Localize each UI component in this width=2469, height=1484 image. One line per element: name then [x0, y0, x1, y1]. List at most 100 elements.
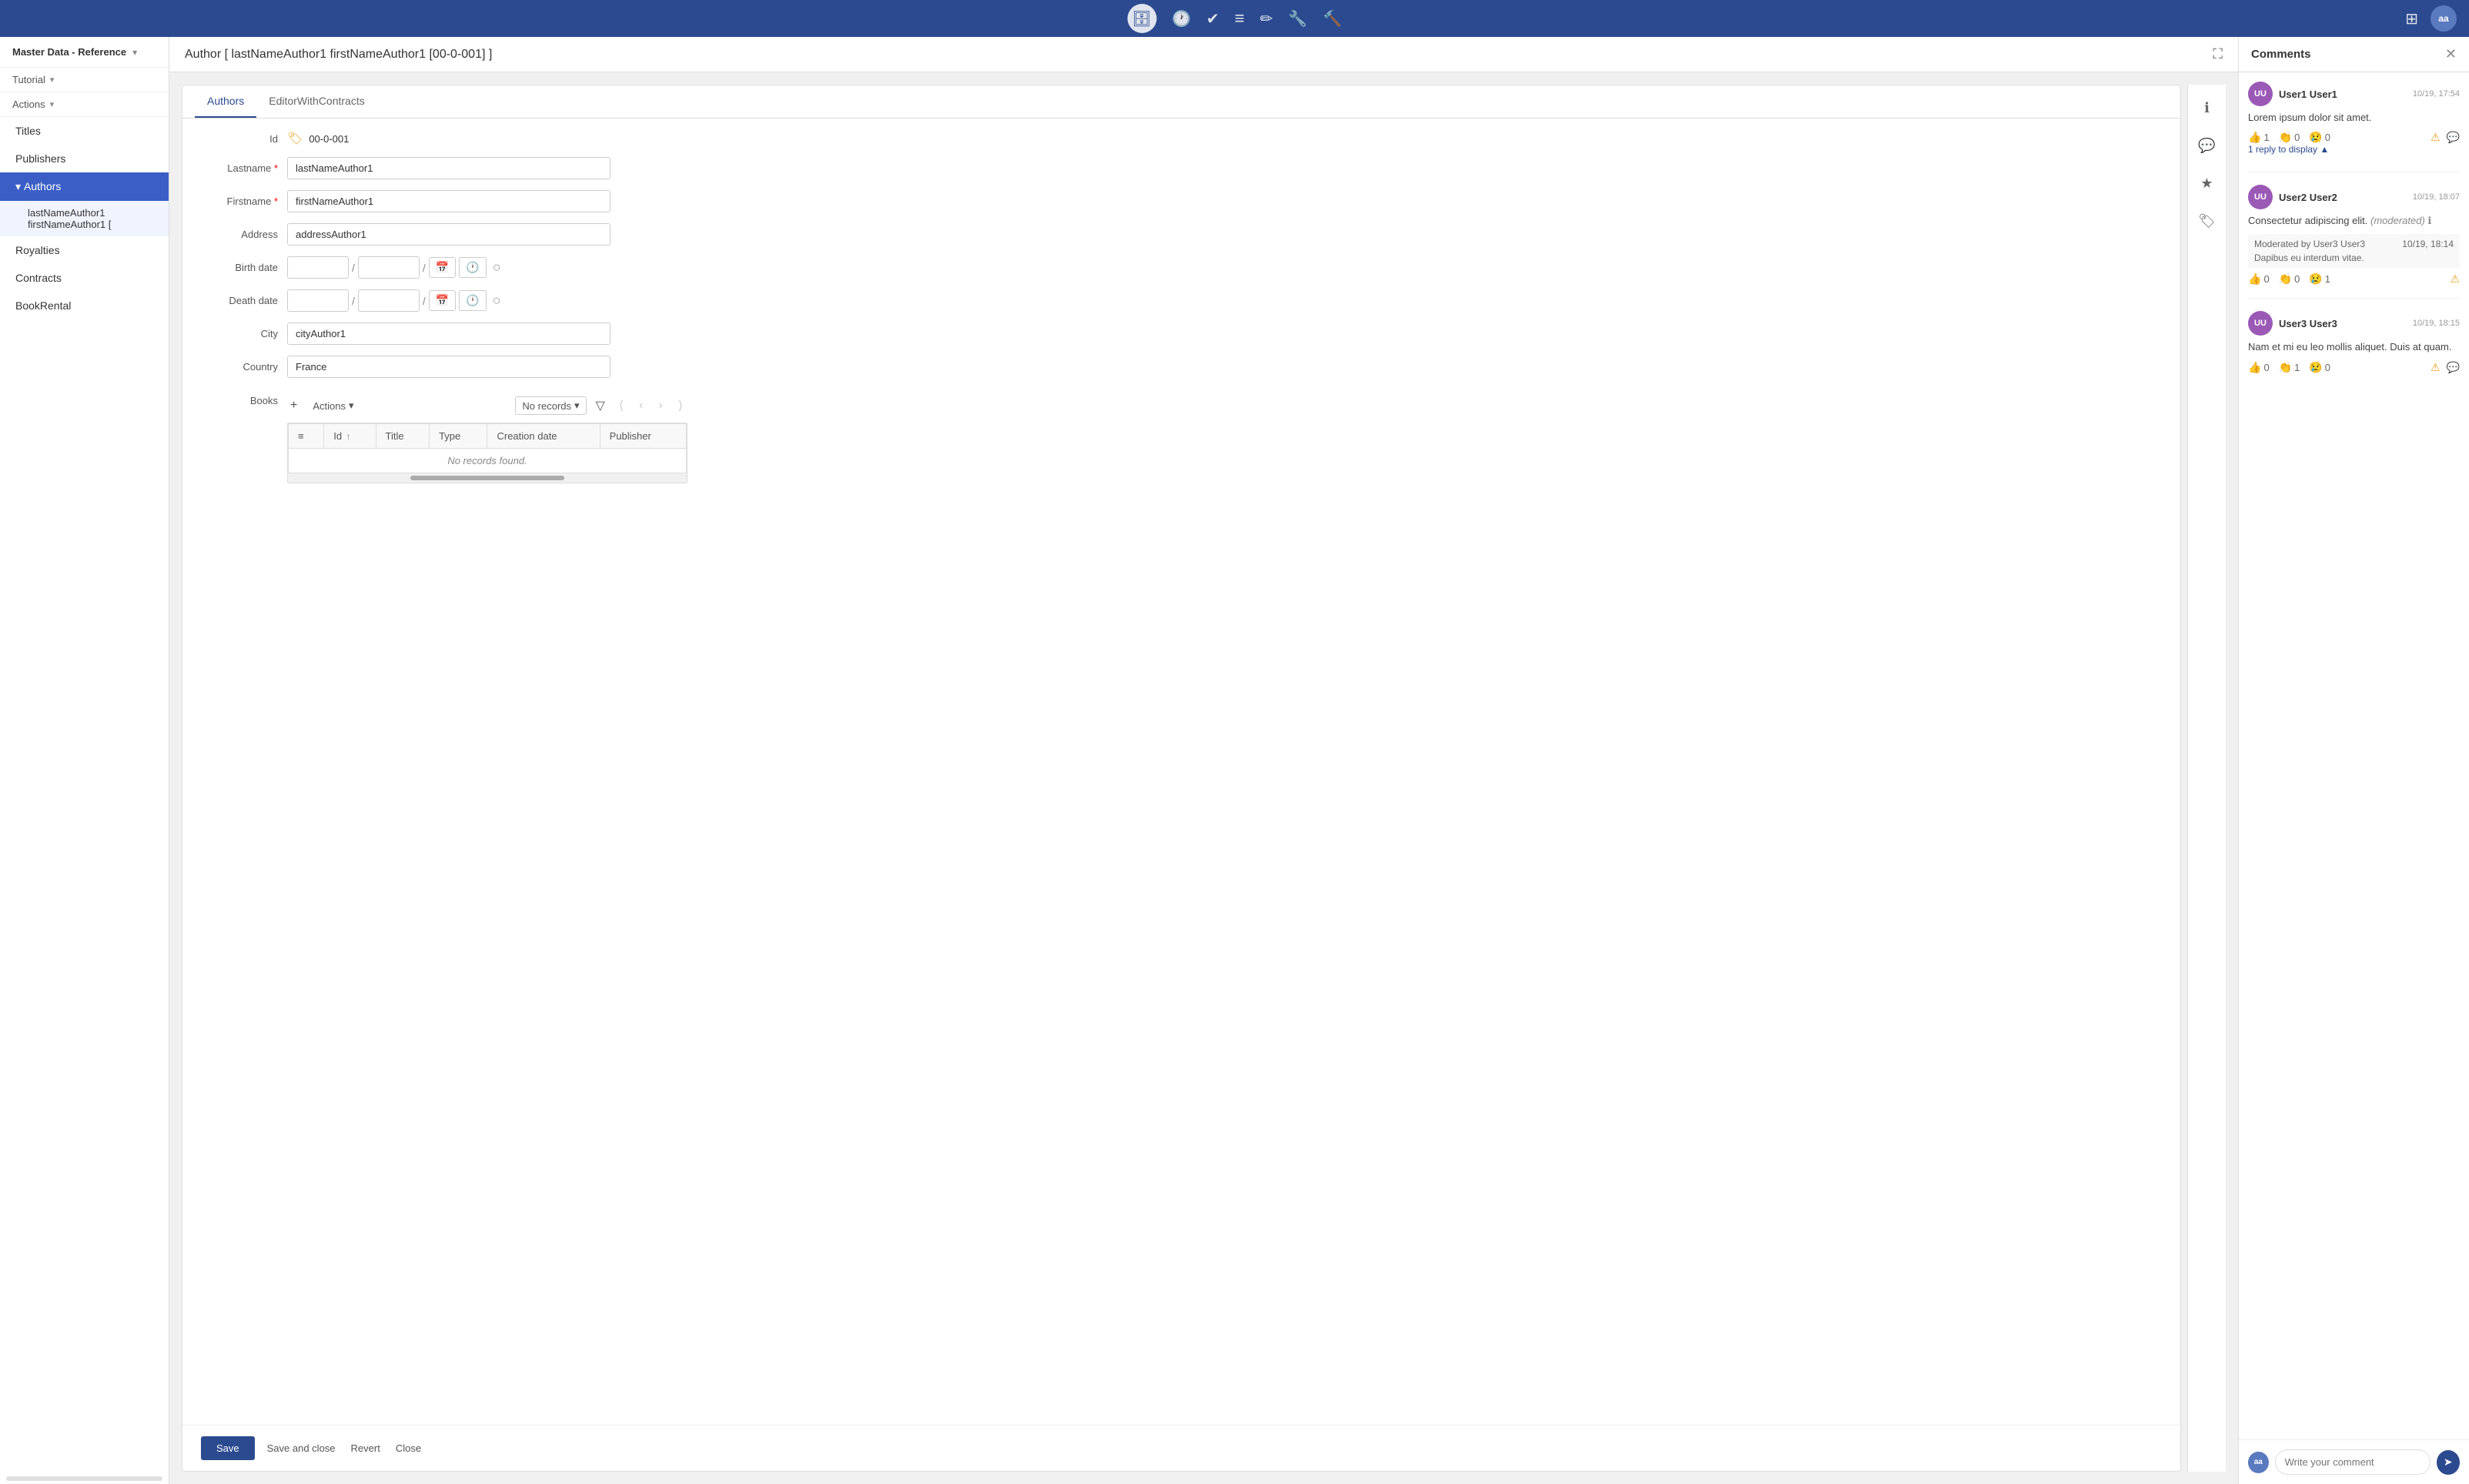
comment3-time: 10/19, 18:15	[2413, 319, 2460, 328]
tool-icon[interactable]: 🔧	[1288, 9, 1307, 28]
books-nav-next[interactable]: ›	[654, 396, 667, 415]
deathdate-day[interactable]	[287, 289, 349, 312]
books-nav-last[interactable]: ⟩	[674, 396, 688, 416]
revert-button[interactable]: Revert	[348, 1436, 383, 1460]
comment-send-button[interactable]: ➤	[2437, 1450, 2460, 1475]
scrollbar-thumb	[410, 476, 564, 480]
col-id[interactable]: Id ↑	[324, 424, 376, 449]
books-filter-btn[interactable]: ▽	[593, 395, 608, 416]
reaction-like-2[interactable]: 👍 0	[2248, 272, 2270, 286]
tab-authors[interactable]: Authors	[195, 85, 256, 118]
right-icons-panel: ℹ 💬 ★ 🏷	[2187, 85, 2226, 1472]
books-records-label: No records	[522, 400, 571, 412]
tutorial-section[interactable]: Tutorial ▾	[0, 68, 169, 92]
comment-icon-btn[interactable]: 💬	[2195, 135, 2218, 157]
lastname-input[interactable]	[287, 157, 611, 179]
moderation-by: Moderated by User3 User3	[2254, 239, 2365, 249]
reaction-sad-1[interactable]: 😢 0	[2309, 131, 2330, 144]
col-drag: ≡	[289, 424, 324, 449]
reaction-clap-3[interactable]: 👏 1	[2279, 361, 2300, 374]
alert-icon-2[interactable]: ⚠	[2450, 272, 2460, 285]
save-button[interactable]: Save	[201, 1436, 255, 1460]
city-input[interactable]	[287, 323, 611, 345]
edit-icon[interactable]: ✏	[1260, 9, 1273, 28]
info-icon-btn[interactable]: ℹ	[2201, 97, 2213, 119]
comment1-text: Lorem ipsum dolor sit amet.	[2248, 111, 2460, 125]
wrench-icon[interactable]: 🔨	[1323, 9, 1342, 28]
sidebar-item-contracts[interactable]: Contracts	[0, 264, 169, 292]
alert-icon-3[interactable]: ⚠	[2431, 361, 2441, 374]
firstname-input[interactable]	[287, 190, 611, 212]
grid-icon[interactable]: ⊞	[2405, 9, 2418, 28]
deathdate-calendar-icon[interactable]: 📅	[429, 290, 456, 311]
birthdate-clear-btn[interactable]: ○	[490, 259, 504, 276]
tab-editor-with-contracts[interactable]: EditorWithContracts	[256, 85, 376, 118]
main-layout: Master Data - Reference ▾ Tutorial ▾ Act…	[0, 37, 2469, 1484]
sidebar: Master Data - Reference ▾ Tutorial ▾ Act…	[0, 37, 169, 1484]
sad-icon-3: 😢	[2309, 361, 2322, 374]
layers-icon[interactable]: ≡	[1235, 8, 1245, 28]
page-title: Author [ lastNameAuthor1 firstNameAuthor…	[185, 48, 492, 62]
birthdate-month[interactable]	[358, 256, 420, 279]
country-input[interactable]	[287, 356, 611, 378]
reaction-like-1[interactable]: 👍 1	[2248, 131, 2270, 144]
books-nav-prev[interactable]: ‹	[634, 396, 647, 415]
reply-icon-1[interactable]: 💬	[2447, 131, 2460, 144]
sad-icon-2: 😢	[2309, 272, 2322, 286]
field-city-row: City	[201, 323, 2162, 345]
books-nav-first[interactable]: ⟨	[614, 396, 628, 416]
books-add-btn[interactable]: +	[287, 396, 300, 416]
sidebar-item-bookrental[interactable]: BookRental	[0, 292, 169, 319]
books-records-badge[interactable]: No records ▾	[515, 396, 586, 415]
field-lastname-row: Lastname	[201, 157, 2162, 179]
sidebar-subitem-author1[interactable]: lastNameAuthor1 firstNameAuthor1 [	[0, 201, 169, 236]
address-input[interactable]	[287, 223, 611, 246]
birthdate-day[interactable]	[287, 256, 349, 279]
sidebar-scrollbar[interactable]	[6, 1476, 162, 1481]
col-title: Title	[376, 424, 430, 449]
fullscreen-button[interactable]: ⛶	[2213, 46, 2223, 62]
reaction-sad-3[interactable]: 😢 0	[2309, 361, 2330, 374]
books-actions-btn[interactable]: Actions ▾	[306, 396, 360, 415]
birthdate-calendar-icon[interactable]: 📅	[429, 257, 456, 278]
star-icon-btn[interactable]: ★	[2197, 172, 2216, 195]
sidebar-item-publishers[interactable]: Publishers	[0, 145, 169, 172]
deathdate-clear-btn[interactable]: ○	[490, 292, 504, 309]
save-close-button[interactable]: Save and close	[264, 1436, 339, 1460]
sidebar-item-authors[interactable]: ▾Authors	[0, 172, 169, 201]
books-section: + Actions ▾ No records ▾ ▽ ⟨	[287, 392, 688, 483]
reaction-like-3[interactable]: 👍 0	[2248, 361, 2270, 374]
birthdate-time-icon[interactable]: 🕐	[459, 257, 486, 278]
reaction-clap-2[interactable]: 👏 0	[2279, 272, 2300, 286]
comment-input-field[interactable]	[2275, 1449, 2431, 1475]
sidebar-item-royalties[interactable]: Royalties	[0, 236, 169, 264]
field-country-row: Country	[201, 356, 2162, 378]
actions-section[interactable]: Actions ▾	[0, 92, 169, 117]
comments-close-btn[interactable]: ✕	[2445, 46, 2457, 62]
tag-icon-btn[interactable]: 🏷	[2195, 210, 2219, 232]
sidebar-dropdown-icon[interactable]: ▾	[132, 47, 137, 58]
books-actions-arrow: ▾	[349, 399, 354, 412]
reply-icon-3[interactable]: 💬	[2447, 361, 2460, 374]
books-records-arrow: ▾	[574, 399, 580, 412]
table-scrollbar[interactable]	[288, 473, 687, 483]
comment1-reply-count[interactable]: 1 reply to display ▲	[2248, 144, 2460, 155]
birthdate-fields: / / 📅 🕐 ○	[287, 256, 504, 279]
database-icon[interactable]: 🗄	[1127, 4, 1156, 33]
user-avatar[interactable]: aa	[2431, 5, 2457, 32]
tutorial-arrow: ▾	[50, 75, 55, 85]
reaction-clap-1[interactable]: 👏 0	[2279, 131, 2300, 144]
comment2-info-icon[interactable]: ℹ	[2427, 215, 2431, 226]
close-button[interactable]: Close	[393, 1436, 424, 1460]
like-icon-3: 👍	[2248, 361, 2261, 374]
sidebar-item-titles[interactable]: Titles	[0, 117, 169, 145]
tasks-icon[interactable]: ✔	[1206, 9, 1219, 28]
clap-icon: 👏	[2279, 131, 2292, 144]
clock-icon[interactable]: 🕐	[1172, 9, 1191, 28]
comment2-moderated-label: (moderated)	[2370, 215, 2425, 226]
reaction-sad-2[interactable]: 😢 1	[2309, 272, 2330, 286]
deathdate-time-icon[interactable]: 🕐	[459, 290, 486, 311]
deathdate-month[interactable]	[358, 289, 420, 312]
books-table: ≡ Id ↑ Title Type Creation date	[288, 423, 687, 473]
alert-icon-1[interactable]: ⚠	[2431, 131, 2441, 144]
